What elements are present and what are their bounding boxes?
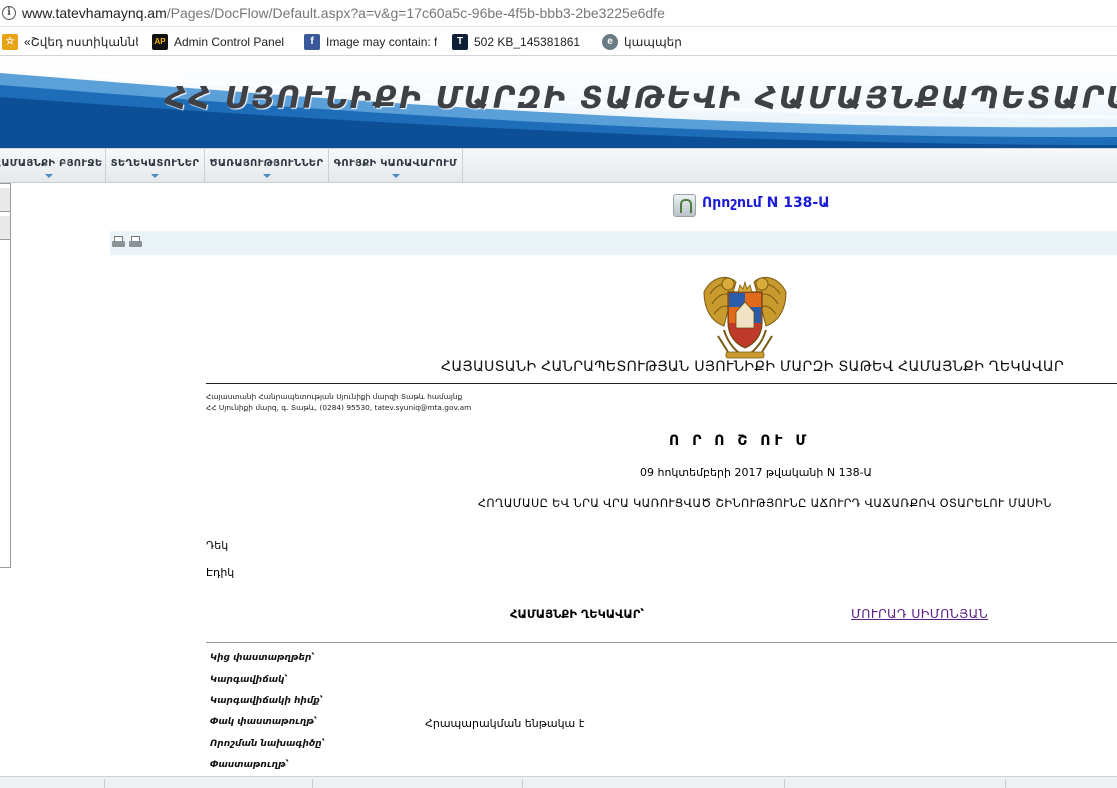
- chevron-down-icon: [44, 174, 53, 178]
- signer-name-link[interactable]: ՄՈՒՐԱԴ ՍԻՄՈՆՅԱՆ: [851, 606, 988, 621]
- address-bar[interactable]: i www.tatevhamaynq.am/Pages/DocFlow/Defa…: [0, 0, 1117, 27]
- coat-of-arms-icon: [703, 276, 787, 359]
- bookmark-item[interactable]: AP Admin Control Panel: [152, 33, 290, 50]
- heading-divider: [206, 383, 1117, 384]
- closed-doc-value: Հրապարակման ենթակա է: [425, 717, 585, 730]
- site-banner: ՀՀ ՍՅՈՒՆԻՔԻ ՄԱՐԶԻ ՏԱԹԵՎԻ ՀԱՄԱՅՆՔԱՊԵՏԱՐԱՆ: [0, 57, 1117, 148]
- t-logo-icon: T: [452, 33, 468, 50]
- addressee-title: Դեկ: [206, 539, 229, 552]
- document-type-icon: [673, 194, 696, 217]
- url-host: www.tatevhamaynq.am: [22, 5, 167, 21]
- bookmarks-bar: ☆ «Շվեդ ոստիկաննե AP Admin Control Panel…: [0, 28, 1117, 56]
- left-panel-tab[interactable]: [0, 216, 10, 240]
- bookmark-item[interactable]: e կապպեր: [602, 33, 692, 50]
- meta-label-status-basis: Կարգավիճակի հիմք՝: [210, 696, 323, 706]
- address-line-1: Հայաստանի Հանրապետության Սյունիքի մարզի …: [206, 392, 463, 401]
- left-side-panel[interactable]: [0, 183, 11, 568]
- order-title: Ո Ր Ո Շ ՈՒ Մ: [669, 433, 811, 449]
- main-nav: ՀԱՄԱՅՆՔԻ ԲՅՈՒՋԵ ՏԵՂԵԿԱՏՈՒՆԵՐ ԾԱՌԱՅՈՒԹՅՈՒ…: [0, 148, 1117, 183]
- banner-title: ՀՀ ՍՅՈՒՆԻՔԻ ՄԱՐԶԻ ՏԱԹԵՎԻ ՀԱՄԱՅՆՔԱՊԵՏԱՐԱՆ: [165, 81, 1117, 116]
- browser-window: i www.tatevhamaynq.am/Pages/DocFlow/Defa…: [0, 0, 1117, 788]
- order-date: 09 հոկտեմբերի 2017 թվականի N 138-Ա: [640, 466, 872, 479]
- address-line-2: ՀՀ Սյունիքի մարզ, գ. Տաթև, (0284) 95530,…: [206, 403, 472, 412]
- bookmark-item[interactable]: f Image may contain: f: [304, 33, 438, 50]
- signer-role: ՀԱՄԱՅՆՔԻ ՂԵԿԱՎԱՐ՝: [510, 607, 644, 621]
- nav-item-info[interactable]: ՏԵՂԵԿԱՏՈՒՆԵՐ: [106, 149, 205, 183]
- document-heading: ՀԱՅԱՍՏԱՆԻ ՀԱՆՐԱՊԵՏՈՒԹՅԱՆ ՍՅՈՒՆԻՔԻ ՄԱՐԶԻ …: [441, 359, 1064, 375]
- meta-label-status: Կարգավիճակ՝: [210, 675, 288, 685]
- meta-label-attachments: Կից փաստաթղթեր՝: [210, 653, 315, 663]
- bookmark-item[interactable]: ☆ «Շվեդ ոստիկաննե: [2, 33, 138, 50]
- chevron-down-icon: [391, 174, 400, 178]
- facebook-icon: f: [304, 33, 320, 50]
- ap-logo-icon: AP: [152, 33, 168, 50]
- nav-item-budget[interactable]: ՀԱՄԱՅՆՔԻ ԲՅՈՒՋԵ: [0, 149, 106, 183]
- site-info-icon[interactable]: i: [2, 6, 16, 20]
- chevron-down-icon: [151, 174, 159, 178]
- document-title: Որոշում N 138-Ա: [702, 195, 830, 211]
- print-preview-icon[interactable]: [129, 236, 142, 249]
- chevron-down-icon: [262, 174, 271, 178]
- left-panel-tab[interactable]: [0, 188, 10, 212]
- order-subject: ՀՈՂԱՄԱՍԸ ԵՎ ՆՐԱ ՎՐԱ ԿԱՌՈՒՑՎԱԾ ՇԻՆՈՒԹՅՈՒՆ…: [478, 497, 1052, 510]
- url-path: /Pages/DocFlow/Default.aspx?a=v&g=17c60a…: [166, 5, 665, 21]
- e-logo-icon: e: [602, 33, 618, 50]
- bookmark-item[interactable]: T 502 KB_145381861: [452, 33, 588, 50]
- meta-label-closed-doc: Փակ փաստաթուղթ՝: [210, 717, 318, 727]
- addressee-name: Էդիկ: [206, 566, 235, 579]
- signature-divider: [206, 642, 1117, 643]
- bookmark-star-icon: ☆: [2, 33, 18, 50]
- meta-label-draft: Որոշման նախագիծը՝: [210, 739, 325, 749]
- print-icon[interactable]: [112, 236, 125, 249]
- document-toolbar: [110, 231, 1117, 255]
- nav-item-services[interactable]: ԾԱՌԱՅՈՒԹՅՈՒՆՆԵՐ: [205, 149, 329, 183]
- nav-item-property[interactable]: ԳՈՒՅՔԻ ԿԱՌԱՎԱՐՈՒՄ: [329, 149, 463, 183]
- footer-strip: [0, 776, 1117, 788]
- meta-label-document: Փաստաթուղթ՝: [210, 760, 289, 770]
